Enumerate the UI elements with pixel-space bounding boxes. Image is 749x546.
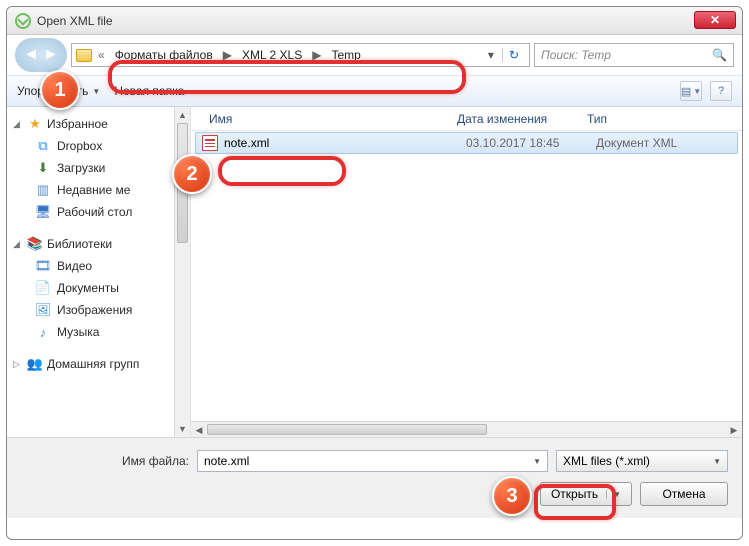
star-icon: ★ [27, 116, 43, 132]
filename-label: Имя файла: [21, 454, 189, 468]
chevron-down-icon: ▼ [92, 87, 100, 96]
close-icon: ✕ [710, 13, 720, 27]
dialog-window: Open XML file ✕ ◄ ► « Форматы файлов ▶ X… [6, 6, 743, 540]
back-icon: ◄ [23, 46, 39, 64]
scroll-up-icon[interactable]: ▲ [175, 107, 190, 123]
view-button[interactable]: ▤▼ [680, 81, 702, 101]
scroll-right-icon[interactable]: ▶ [726, 422, 742, 438]
address-dropdown-icon[interactable]: ▾ [484, 48, 498, 62]
sidebar-homegroup-header[interactable]: ▷ 👥 Домашняя групп [7, 353, 190, 375]
window-title: Open XML file [37, 14, 113, 28]
sidebar-item-videos[interactable]: 🎞Видео [7, 255, 190, 277]
file-row[interactable]: note.xml 03.10.2017 18:45 Документ XML [195, 132, 738, 154]
chevron-down-icon: ▼ [713, 457, 721, 466]
refresh-icon[interactable]: ↻ [502, 48, 525, 62]
homegroup-icon: 👥 [27, 356, 43, 372]
file-list: Имя Дата изменения Тип note.xml 03.10.20… [191, 107, 742, 437]
open-button[interactable]: Открыть ▼ [540, 482, 632, 506]
sidebar-item-dropbox[interactable]: ⧉Dropbox [7, 135, 190, 157]
file-modified: 03.10.2017 18:45 [466, 136, 596, 150]
sidebar-item-desktop[interactable]: 🖥Рабочий стол [7, 201, 190, 223]
sidebar-scrollbar[interactable]: ▲ ▼ [174, 107, 190, 437]
scroll-left-icon[interactable]: ◀ [191, 422, 207, 438]
titlebar: Open XML file ✕ [7, 7, 742, 35]
filelist-hscrollbar[interactable]: ◀ ▶ [191, 421, 742, 437]
filetype-select[interactable]: XML files (*.xml) ▼ [556, 450, 728, 472]
sidebar-libraries-header[interactable]: ◢ 📚 Библиотеки [7, 233, 190, 255]
close-button[interactable]: ✕ [694, 11, 736, 29]
breadcrumb-chevrons: « [96, 48, 107, 62]
sidebar-item-pictures[interactable]: 🖼Изображения [7, 299, 190, 321]
sidebar-item-music[interactable]: ♪Музыка [7, 321, 190, 343]
expand-icon: ▷ [13, 359, 23, 370]
search-placeholder: Поиск: Temp [541, 48, 712, 62]
breadcrumb-2[interactable]: XML 2 XLS [238, 46, 306, 64]
breadcrumb-1[interactable]: Форматы файлов [111, 46, 217, 64]
documents-icon: 📄 [35, 280, 51, 296]
col-type[interactable]: Тип [579, 112, 742, 126]
file-name: note.xml [224, 136, 466, 150]
cancel-button[interactable]: Отмена [640, 482, 728, 506]
organize-button[interactable]: Упорядочить ▼ [17, 84, 100, 98]
new-folder-button[interactable]: Новая папка [114, 84, 184, 98]
help-button[interactable]: ? [710, 81, 732, 101]
dropbox-icon: ⧉ [35, 138, 51, 154]
file-type: Документ XML [596, 136, 737, 150]
pictures-icon: 🖼 [35, 302, 51, 318]
scroll-thumb[interactable] [207, 424, 487, 435]
scroll-thumb[interactable] [177, 123, 188, 243]
chevron-down-icon[interactable]: ▼ [606, 490, 621, 499]
nav-back-forward[interactable]: ◄ ► [15, 38, 67, 72]
bottom-panel: Имя файла: note.xml ▼ XML files (*.xml) … [7, 437, 742, 518]
xml-file-icon [202, 135, 218, 151]
desktop-icon: 🖥 [35, 204, 51, 220]
collapse-icon: ◢ [13, 119, 23, 130]
sidebar-item-recent[interactable]: ▥Недавние ме [7, 179, 190, 201]
scroll-down-icon[interactable]: ▼ [175, 421, 190, 437]
sidebar-favorites-header[interactable]: ◢ ★ Избранное [7, 113, 190, 135]
nav-row: ◄ ► « Форматы файлов ▶ XML 2 XLS ▶ Temp … [7, 35, 742, 75]
filename-input[interactable]: note.xml ▼ [197, 450, 548, 472]
breadcrumb-sep[interactable]: ▶ [221, 48, 234, 62]
col-name[interactable]: Имя [201, 112, 449, 126]
column-headers: Имя Дата изменения Тип [191, 107, 742, 131]
chevron-down-icon[interactable]: ▼ [533, 457, 541, 466]
folder-icon [76, 49, 92, 62]
app-icon [15, 13, 31, 29]
breadcrumb-sep[interactable]: ▶ [310, 48, 323, 62]
video-icon: 🎞 [35, 258, 51, 274]
collapse-icon: ◢ [13, 239, 23, 250]
col-modified[interactable]: Дата изменения [449, 112, 579, 126]
sidebar: ◢ ★ Избранное ⧉Dropbox ⬇Загрузки ▥Недавн… [7, 107, 191, 437]
search-icon: 🔍 [712, 48, 727, 62]
music-icon: ♪ [35, 324, 51, 340]
search-input[interactable]: Поиск: Temp 🔍 [534, 43, 734, 67]
toolbar: Упорядочить ▼ Новая папка ▤▼ ? [7, 75, 742, 107]
body: ◢ ★ Избранное ⧉Dropbox ⬇Загрузки ▥Недавн… [7, 107, 742, 437]
downloads-icon: ⬇ [35, 160, 51, 176]
sidebar-item-downloads[interactable]: ⬇Загрузки [7, 157, 190, 179]
recent-icon: ▥ [35, 182, 51, 198]
sidebar-item-documents[interactable]: 📄Документы [7, 277, 190, 299]
libraries-icon: 📚 [27, 236, 43, 252]
forward-icon: ► [43, 46, 59, 64]
address-bar[interactable]: « Форматы файлов ▶ XML 2 XLS ▶ Temp ▾ ↻ [71, 43, 530, 67]
breadcrumb-3[interactable]: Temp [327, 46, 364, 64]
